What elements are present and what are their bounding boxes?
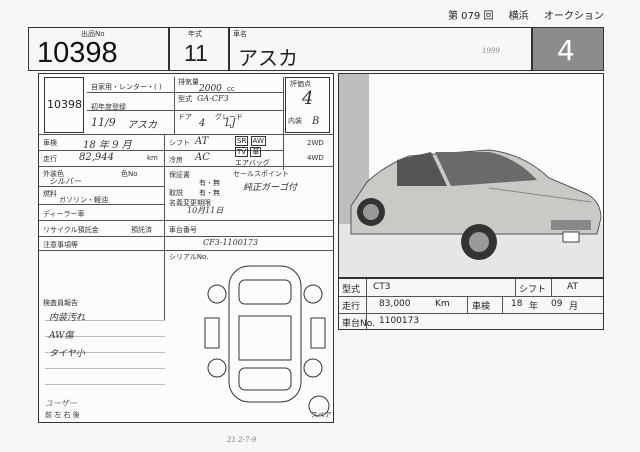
interior-label: 内装 [288,117,302,125]
fuel-label: 燃料 [43,190,57,198]
lot-number-box: 出品No 10398 [28,27,169,71]
venue: 横浜 [508,11,529,22]
name-label: 車名 [233,30,247,38]
spec-table: 型式 CT3 シフト AT 走行 83,000 Km 車検 18 年 09 月 … [338,278,604,330]
lot-number: 10398 [37,37,118,69]
reg-label: 初年度登録 [91,103,126,111]
badge-tv: TV [235,147,249,157]
inspect-value: 18 年 9 月 [83,140,132,151]
event-name: オークション [543,11,604,22]
chassis-label: 車台番号 [169,226,197,234]
cc-label: 排気量 [178,78,199,86]
report-line-3: タイヤ小 [49,349,85,359]
drive-4wd: 4WD [307,154,324,162]
ac-label: 冷房 [169,156,183,164]
auction-header: 第 079 回 横浜 オークション [448,7,638,22]
bottom-scribble: ユーザー [45,399,77,408]
manual-value: 有・無 [199,189,220,197]
session-number: 第 079 回 [448,11,494,22]
model-year: 11 [184,40,208,66]
usage-label: 自家用・レンター・( ) [91,83,162,91]
mileage-unit: km [147,154,158,162]
year-box: 年式 11 [169,27,229,71]
chassis-value: CF3-1100173 [203,238,259,247]
warranty-value: 有・無 [199,179,220,187]
car-name-box: 車名 アスカ 1999 [229,27,532,71]
spec-inspect-year-unit: 年 [529,302,539,312]
recycle-note: 預託済 [131,226,152,234]
shift-label: シフト [169,139,190,147]
spec-model: CT3 [373,282,391,292]
spec-mileage-label: 走行 [342,302,361,312]
drive-2wd: 2WD [307,139,324,147]
grade-value: 4 [557,34,575,67]
car-image [339,74,603,277]
spec-inspect-month-unit: 月 [569,302,579,312]
bottom-marks: 前 左 右 後 [45,411,80,419]
regdue-value: 10月11日 [187,206,224,215]
spec-shift: AT [567,282,578,292]
grade-value-sheet: LJ [225,118,236,129]
grade-box: 4 [532,27,604,71]
interior-value: B [312,116,320,127]
ac-value: AC [195,152,210,163]
color-value: シルバー [49,177,81,186]
spec-chassis: 1100173 [379,316,420,326]
model-code-label: 型式 [178,95,192,103]
footer-note: 21 2-7-9 [227,436,257,444]
manual-label: 取説 [169,189,183,197]
doors-label: ドア [178,113,192,121]
report-line-1: 内装汚れ [49,313,86,323]
report-line-2: AW傷 [49,331,74,341]
car-diagram [204,265,330,417]
mileage-label: 走行 [43,155,57,163]
car-name: アスカ [127,120,157,131]
reg-date: 11/9 [91,116,116,129]
mileage-value: 82,944 [79,152,114,163]
selling-label: セールスポイント [233,170,289,178]
recycle-label: リサイクル預託金 [43,226,99,234]
inspector-label: 検査員報告 [43,299,78,307]
badge-airbag: エアバッグ [235,159,270,167]
spec-mileage: 83,000 [379,299,411,309]
colorno-label: 色No [121,170,138,178]
spec-shift-label: シフト [519,285,547,295]
year-label: 年式 [188,30,202,38]
selling-note: 純正ガーゴ付 [243,183,298,193]
spec-chassis-label: 車台No. [342,319,375,329]
fuel-value: ガソリン・軽油 [59,196,108,204]
spec-inspect-year: 18 [511,299,523,309]
cc-value: 2000 [199,84,222,94]
badge-sr: SR [235,136,249,146]
spec-mileage-unit: Km [435,299,450,309]
score-box: 評価点 4 内装 B [285,77,330,133]
spec-inspect-month: 09 [551,299,563,309]
sheet-lot-number: 10398 [47,98,82,111]
sheet-lot-box: 10398 [44,77,84,133]
doors: 4 [199,118,206,129]
warranty-label: 保証書 [169,171,190,179]
score-value: 4 [302,88,314,109]
badge-aw: AW [250,136,266,146]
spec-inspect-label: 車検 [472,302,491,312]
spec-model-label: 型式 [342,285,361,295]
car-photo [338,73,604,278]
inspect-label: 車検 [43,139,57,147]
spare-label: スペア [311,411,332,419]
badge-leather: 革 [250,147,262,157]
year-note: 1999 [482,47,500,55]
caution-label: 注意事項等 [43,241,78,249]
dealer-label: ディーラー車 [43,210,85,218]
model-code: GA-CF3 [197,94,229,103]
cc-unit: cc [227,85,235,93]
auction-sheet: 10398 自家用・レンター・( ) 排気量 2000 cc 型式 GA-CF3… [38,73,334,423]
option-badges: SR AW TV 革 エアバッグ [235,136,270,169]
shift-value: AT [195,136,209,147]
model-name: アスカ [238,46,298,70]
